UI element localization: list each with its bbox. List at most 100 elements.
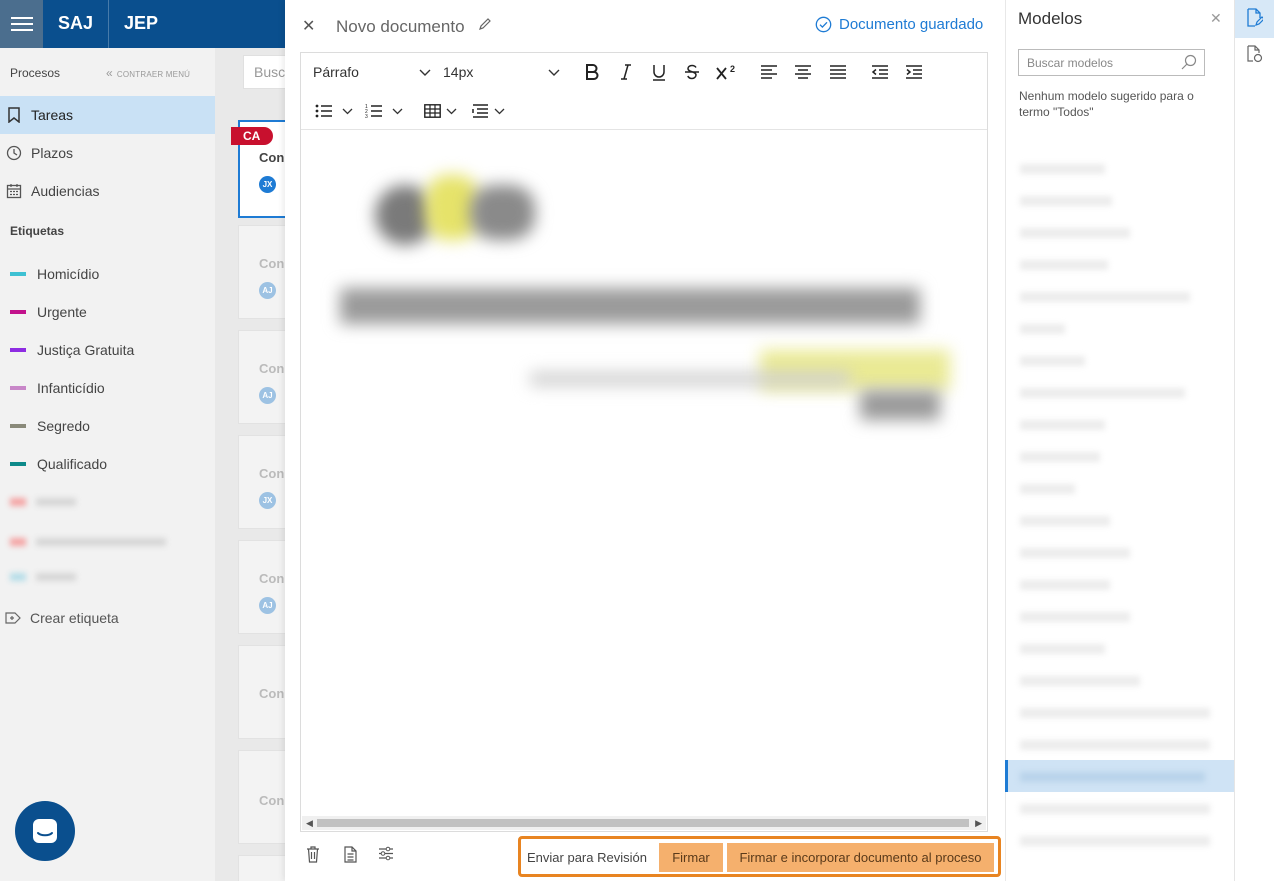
tag-qualificado[interactable]: Qualificado: [10, 454, 107, 474]
model-item[interactable]: [1020, 356, 1085, 366]
collapse-menu-label: CONTRAER MENÚ: [116, 70, 191, 79]
model-item[interactable]: [1020, 836, 1210, 846]
model-item[interactable]: [1020, 228, 1130, 238]
settings-sliders-icon[interactable]: [378, 846, 394, 861]
model-item[interactable]: [1020, 740, 1210, 750]
blurred-stamp: [860, 390, 940, 420]
document-icon[interactable]: [344, 846, 357, 863]
search-icon[interactable]: [1181, 54, 1197, 75]
tag-justica-gratuita[interactable]: Justiça Gratuita: [10, 340, 134, 360]
model-item[interactable]: [1020, 260, 1108, 270]
model-item[interactable]: [1020, 516, 1110, 526]
model-item[interactable]: [1020, 196, 1112, 206]
align-justify-icon[interactable]: [829, 62, 847, 82]
document-title: Novo documento: [336, 17, 465, 36]
tag-urgente[interactable]: Urgente: [10, 302, 87, 322]
brand-divider: [108, 0, 109, 48]
delete-icon[interactable]: [306, 846, 320, 863]
saved-status: Documento guardado: [815, 16, 983, 33]
send-review-button[interactable]: Enviar para Revisión: [527, 850, 647, 865]
pencil-icon[interactable]: [478, 17, 492, 36]
numbered-list-button[interactable]: 123: [363, 101, 405, 121]
bookmark-icon: [5, 106, 23, 124]
right-rail: [1234, 0, 1274, 881]
tag-label: Justiça Gratuita: [37, 342, 135, 358]
model-item[interactable]: [1020, 548, 1130, 558]
line-spacing-icon: [471, 104, 488, 118]
model-item[interactable]: [1020, 772, 1205, 782]
double-chevron-left-icon: «: [106, 66, 113, 80]
chevron-down-icon: [392, 108, 403, 114]
blurred-text-line: [530, 372, 850, 386]
models-search-input[interactable]: Buscar modelos: [1018, 49, 1205, 76]
line-spacing-button[interactable]: [470, 101, 506, 121]
sign-and-incorporate-button[interactable]: Firmar e incorporar documento al proceso: [727, 843, 994, 872]
font-size-select[interactable]: 14px: [443, 64, 560, 80]
scroll-left-icon[interactable]: ◀: [306, 816, 313, 830]
model-item[interactable]: [1020, 164, 1105, 174]
font-size-value: 14px: [443, 64, 474, 80]
italic-icon[interactable]: [617, 62, 635, 82]
tag-color-swatch: [10, 424, 26, 428]
table-button[interactable]: [421, 101, 459, 121]
tag-infanticidio[interactable]: Infanticídio: [10, 378, 105, 398]
sidebar-item-tareas[interactable]: Tareas: [0, 96, 215, 134]
chevron-down-icon: [419, 64, 431, 80]
section-etiquetas: Etiquetas: [10, 224, 65, 238]
document-edit-icon: [1247, 8, 1265, 33]
tag-label: Segredo: [37, 418, 90, 434]
blurred-tag[interactable]: [10, 570, 76, 584]
indent-icon[interactable]: [905, 62, 923, 82]
editor-area[interactable]: [300, 52, 988, 832]
align-left-icon[interactable]: [760, 62, 778, 82]
numbered-list-icon: 123: [365, 104, 382, 119]
tag-segredo[interactable]: Segredo: [10, 416, 90, 436]
model-item[interactable]: [1020, 644, 1105, 654]
outdent-icon[interactable]: [871, 62, 889, 82]
close-icon[interactable]: ✕: [302, 16, 315, 36]
task-card-title: Con: [259, 793, 285, 808]
rail-item-models[interactable]: [1235, 0, 1274, 38]
chevron-down-icon: [342, 108, 353, 114]
bold-icon[interactable]: [583, 62, 601, 82]
model-item[interactable]: [1020, 324, 1065, 334]
hamburger-menu-icon[interactable]: [0, 0, 43, 48]
horizontal-scrollbar[interactable]: ◀ ▶: [302, 816, 986, 830]
sidebar-item-plazos[interactable]: Plazos: [0, 134, 215, 172]
paragraph-format-select[interactable]: Párrafo: [313, 64, 431, 80]
model-item[interactable]: [1020, 580, 1110, 590]
blurred-tag[interactable]: [10, 535, 166, 549]
brand-saj: SAJ: [58, 13, 94, 33]
model-item[interactable]: [1020, 676, 1140, 686]
model-item[interactable]: [1020, 420, 1105, 430]
avatar: AJ: [259, 282, 276, 299]
document-lock-icon[interactable]: [1247, 45, 1263, 68]
model-item[interactable]: [1020, 484, 1075, 494]
strikethrough-icon[interactable]: [683, 62, 701, 82]
model-item[interactable]: [1020, 388, 1185, 398]
svg-text:2: 2: [730, 64, 735, 74]
superscript-icon[interactable]: 2: [716, 62, 738, 82]
scroll-right-icon[interactable]: ▶: [975, 816, 982, 830]
sidebar-item-audiencias[interactable]: Audiencias: [0, 172, 215, 210]
chat-icon[interactable]: [15, 801, 75, 861]
task-card-title: Con: [259, 686, 285, 701]
close-icon[interactable]: ✕: [1210, 10, 1222, 27]
align-center-icon[interactable]: [794, 62, 812, 82]
model-item[interactable]: [1020, 708, 1210, 718]
task-card-title: Con: [259, 466, 285, 481]
tag-homicidio[interactable]: Homicídio: [10, 264, 99, 284]
create-tag-button[interactable]: Crear etiqueta: [5, 610, 119, 626]
model-item[interactable]: [1020, 292, 1190, 302]
sign-button[interactable]: Firmar: [659, 843, 723, 872]
blurred-tag[interactable]: [10, 495, 76, 509]
model-item[interactable]: [1020, 804, 1210, 814]
model-item[interactable]: [1020, 452, 1100, 462]
underline-icon[interactable]: [650, 62, 668, 82]
collapse-menu-button[interactable]: «CONTRAER MENÚ: [106, 66, 190, 80]
sidebar-item-label: Audiencias: [31, 183, 100, 199]
bullet-list-button[interactable]: [313, 101, 355, 121]
status-badge: CA: [231, 127, 273, 145]
model-item[interactable]: [1020, 612, 1130, 622]
scrollbar-thumb[interactable]: [317, 819, 969, 827]
